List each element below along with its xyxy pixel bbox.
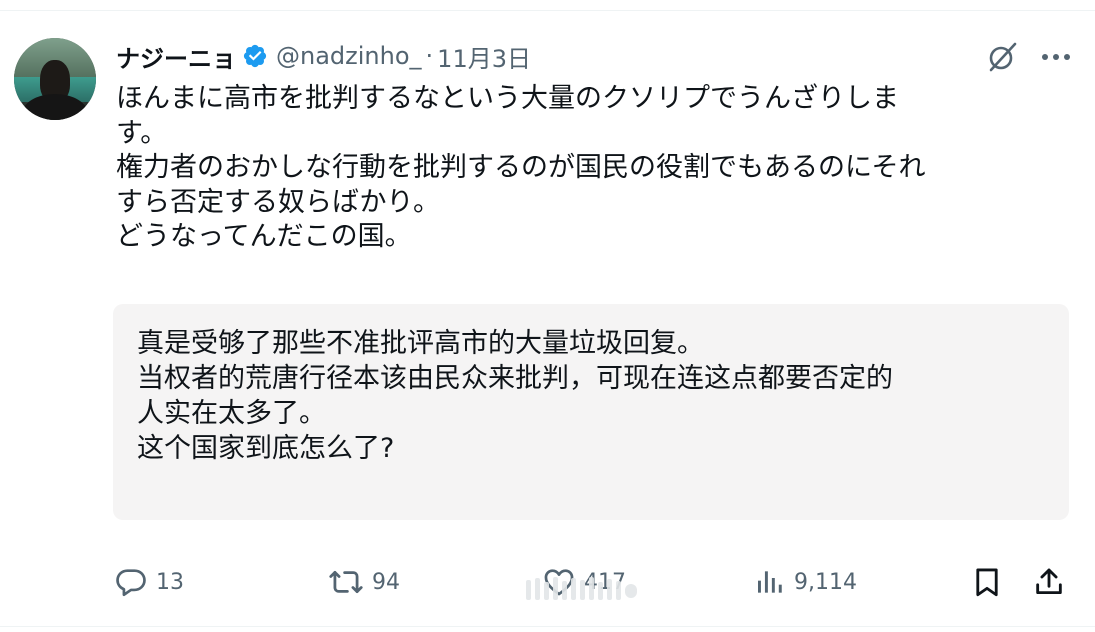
display-name[interactable]: ナジーニョ <box>116 39 236 74</box>
top-divider <box>0 10 1095 11</box>
header-actions <box>985 40 1071 74</box>
share-button[interactable] <box>1032 560 1066 604</box>
translation-box: 真是受够了那些不准批评高市的大量垃圾回复。 当权者的荒唐行径本该由民众来批判，可… <box>113 304 1069 520</box>
tweet-line: すら否定する奴らばかり。 <box>116 186 440 218</box>
bottom-divider <box>0 626 1095 627</box>
like-count: 417 <box>584 569 626 595</box>
handle[interactable]: @nadzinho_ <box>276 42 422 70</box>
like-button[interactable]: 417 <box>542 560 626 604</box>
avatar[interactable] <box>14 38 96 120</box>
bookmark-button[interactable] <box>970 560 1004 604</box>
translation-line: 真是受够了那些不准批评高市的大量垃圾回复。 <box>137 328 704 359</box>
share-icon <box>1032 565 1066 599</box>
reply-button[interactable]: 13 <box>114 560 184 604</box>
reply-icon <box>114 565 148 599</box>
verified-badge-icon[interactable] <box>242 43 268 69</box>
translation-line: 人实在太多了。 <box>137 398 326 429</box>
views-count: 9,114 <box>794 569 857 595</box>
retweet-button[interactable]: 94 <box>328 560 400 604</box>
header-separator: · <box>425 42 434 70</box>
action-bar: 13 94 417 9,114 <box>114 560 1074 604</box>
heart-icon <box>542 565 576 599</box>
translation-line: 当权者的荒唐行径本该由民众来批判，可现在连这点都要否定的 <box>137 363 893 394</box>
tweet-header: ナジーニョ @nadzinho_ · 11月3日 <box>116 38 531 74</box>
tweet-line: 権力者のおかしな行動を批判するのが国民の役割でもあるのにそれ <box>116 152 926 183</box>
tweet-text: ほんまに高市を批判するなという大量のクソリプでうんざりしま す。 権力者のおかし… <box>116 82 1076 255</box>
tweet-date[interactable]: 11月3日 <box>437 39 531 74</box>
reply-count: 13 <box>156 569 184 595</box>
views-icon <box>754 565 786 599</box>
tweet-line: どうなってんだこの国。 <box>116 221 412 252</box>
retweet-count: 94 <box>372 569 400 595</box>
more-icon[interactable] <box>1041 42 1071 72</box>
translation-text: 真是受够了那些不准批评高市的大量垃圾回复。 当权者的荒唐行径本该由民众来批判，可… <box>137 326 1057 466</box>
tweet-line: ほんまに高市を批判するなという大量のクソリプでうんざりしま <box>116 83 899 114</box>
grok-icon[interactable] <box>985 40 1019 74</box>
bookmark-icon <box>970 565 1004 599</box>
tweet-line: す。 <box>116 117 168 149</box>
translation-line: 这个国家到底怎么了? <box>137 433 395 464</box>
views-button[interactable]: 9,114 <box>754 560 857 604</box>
retweet-icon <box>328 565 364 599</box>
